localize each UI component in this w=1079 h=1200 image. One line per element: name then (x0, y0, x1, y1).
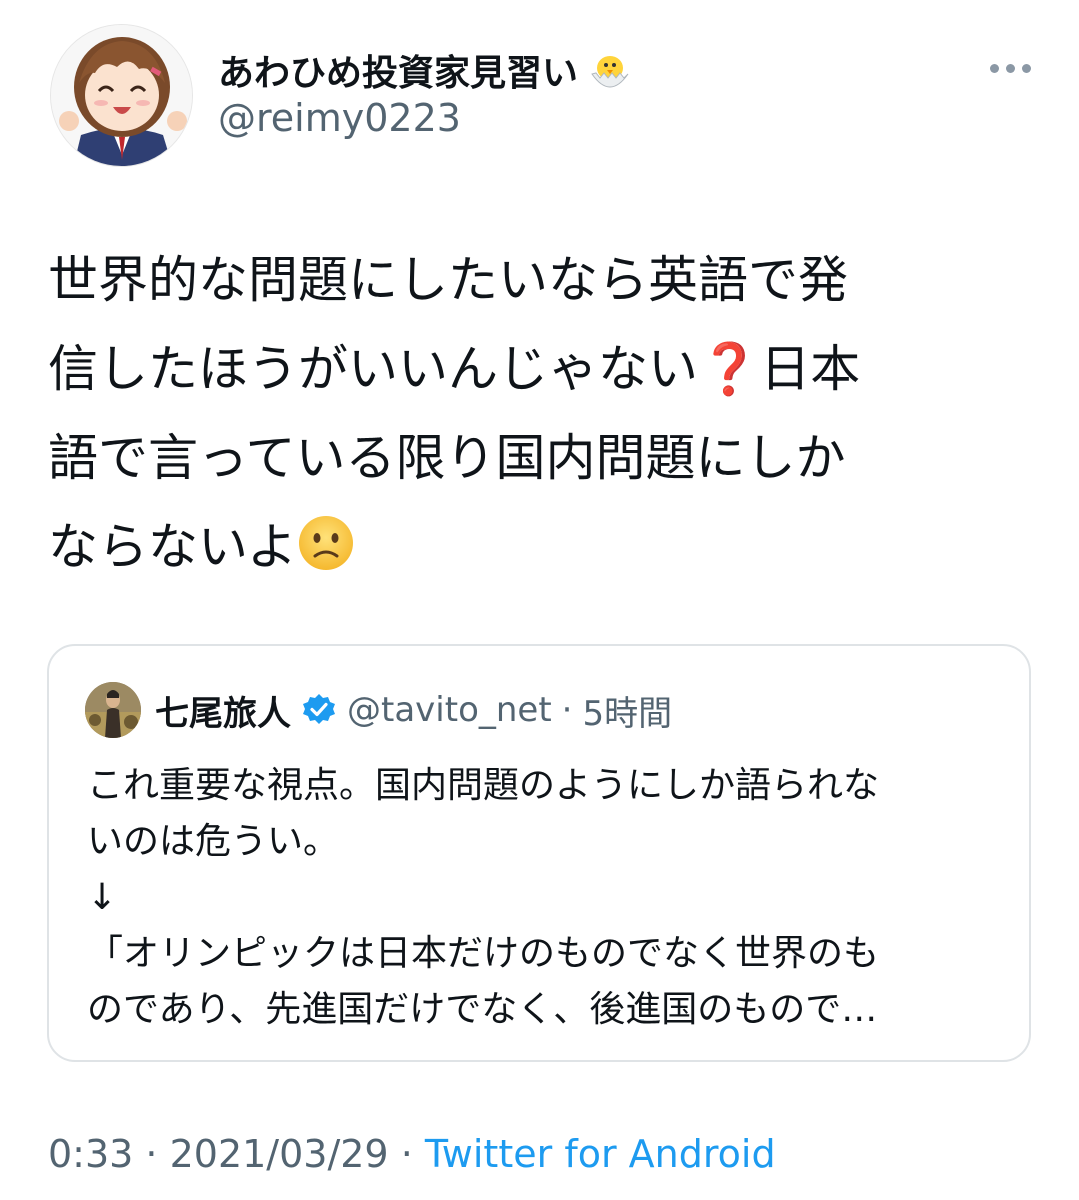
red-question-mark-icon: ❓ (698, 340, 761, 398)
hatching-chick-icon (584, 44, 636, 96)
tweet-text-line: 信したほうがいいんじゃない (48, 340, 698, 398)
slightly-frowning-face-icon (297, 511, 355, 570)
author-avatar[interactable] (50, 24, 193, 167)
quoted-author-handle[interactable]: @tavito_net (347, 690, 552, 730)
tweet-detail: あわひめ投資家見習い @reimy0223 世界的な問題にしたいなら英語で発 信… (0, 0, 1079, 1200)
quoted-header-separator: · (561, 690, 573, 730)
quoted-tweet-text: これ重要な視点。国内問題のようにしか語られな いのは危うい。 ↓ 「オリンピック… (87, 765, 880, 1030)
more-dots-icon (1021, 63, 1031, 73)
author-display-name[interactable]: あわひめ投資家見習い (218, 44, 578, 96)
quoted-tweet-card[interactable]: 七尾旅人 @tavito_net · 5時間 これ重要な視点。国内問題のようにし… (47, 644, 1031, 1062)
meta-separator: · (133, 1132, 170, 1176)
quoted-author-name[interactable]: 七尾旅人 (155, 686, 291, 735)
anime-girl-avatar-icon (51, 25, 192, 166)
author-name-row[interactable]: あわひめ投資家見習い (218, 42, 636, 98)
portrait-avatar-icon (85, 682, 141, 738)
meta-separator: · (388, 1132, 425, 1176)
quoted-author-avatar[interactable] (85, 682, 141, 738)
tweet-text-line: 世界的な問題にしたいなら英語で発 (48, 251, 848, 309)
more-dots-icon (1005, 63, 1015, 73)
tweet-time[interactable]: 0:33 (48, 1132, 133, 1176)
tweet-text: 世界的な問題にしたいなら英語で発 信したほうがいいんじゃない❓日本 語で言ってい… (48, 236, 1028, 592)
tweet-text-line: 日本 (760, 340, 861, 398)
tweet-date[interactable]: 2021/03/29 (170, 1132, 389, 1176)
tweet-source-link[interactable]: Twitter for Android (425, 1132, 776, 1176)
tweet-text-line: 語で言っている限り国内問題にしか (48, 429, 846, 487)
author-handle[interactable]: @reimy0223 (218, 96, 461, 140)
quoted-tweet-time[interactable]: 5時間 (582, 686, 672, 735)
tweet-meta: 0:33 · 2021/03/29 · Twitter for Android (48, 1132, 776, 1176)
more-options-button[interactable] (980, 48, 1040, 88)
quoted-tweet-header: 七尾旅人 @tavito_net · 5時間 (155, 684, 672, 736)
more-dots-icon (989, 63, 999, 73)
tweet-text-line: ならないよ (48, 518, 297, 576)
verified-badge-icon (301, 692, 337, 728)
